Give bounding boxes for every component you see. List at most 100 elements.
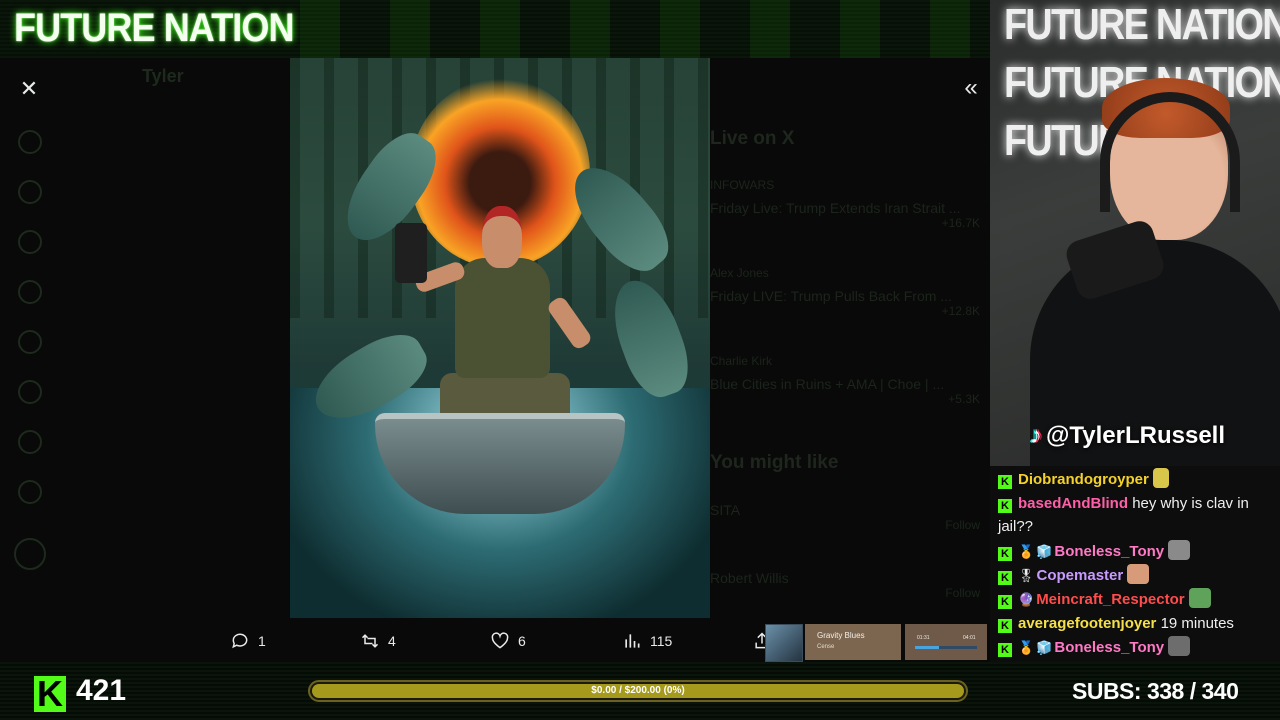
live-row: Charlie Kirk Blue Cities in Ruins + AMA … [710,354,980,442]
chat-username[interactable]: averagefootenjoyer [1018,615,1156,632]
chat-message: K 🏅 🧊 Boneless_Tony [998,540,1274,563]
image-soldier [455,258,550,378]
reply-count: 1 [258,633,266,649]
emote-icon [1168,540,1191,560]
now-playing-widget: Gravity Blues Cense 01:31 04:01 [765,624,987,662]
like-count: 6 [518,633,526,649]
chat-username[interactable]: Copemaster [1037,567,1124,584]
views-icon [625,634,640,648]
live-title: Blue Cities in Ruins + AMA | Choe | ... [710,376,945,392]
live-on-x-title: Live on X [710,128,795,149]
emote-icon [1188,588,1211,608]
chat-username[interactable]: Boneless_Tony [1054,543,1164,560]
chat-username[interactable]: Meincraft_Respector [1036,591,1184,608]
sub-badge-icon: 🏅 [1018,544,1035,559]
kick-badge-icon: K [998,619,1012,633]
donation-goal-bar: $0.00 / $200.00 (0%) [308,680,968,702]
subs-value: 338 / 340 [1146,678,1239,704]
track-title: Gravity Blues [817,631,865,640]
double-chevron-icon: « [964,74,978,101]
subs-label: SUBS: [1072,678,1142,704]
suggestion-name: Robert Willis [710,570,789,586]
track-artist: Cense [817,644,835,650]
you-might-like-title: You might like [710,452,839,473]
time-elapsed: 01:31 [917,635,930,641]
lists-icon [18,380,42,404]
brand-title: FUTURE NATION [14,6,295,50]
emote-icon [1152,468,1169,488]
social-handle: ♪ @TylerLRussell [1030,422,1225,450]
kick-badge-icon: K [998,475,1012,489]
track-progress-bar [915,646,977,649]
follow-button: Follow [945,586,980,600]
compose-icon [14,538,46,570]
reply-icon [232,633,248,649]
chat-username[interactable]: Boneless_Tony [1054,639,1164,656]
tiktok-icon: ♪ [1030,422,1042,449]
chat-message: K 🎖 Copemaster [998,564,1274,587]
live-count: +5.3K [948,392,980,406]
views-button[interactable]: 115 [622,628,672,654]
post-image[interactable] [290,58,710,618]
chat-message: K 🏅 🧊 Boneless_Tony [998,636,1274,659]
follow-button: Follow [945,518,980,532]
chat-message: Kaveragefootenjoyer 19 minutes [998,612,1274,635]
like-button[interactable]: 6 [490,628,526,654]
track-progress-panel: 01:31 04:01 [905,624,987,660]
image-gun [395,223,427,283]
chat-message: K Diobrandogroyper [998,468,1274,491]
live-count: +12.8K [941,304,980,318]
emote-icon [1127,564,1150,584]
album-art [765,624,803,662]
live-row: Alex Jones Friday LIVE: Trump Pulls Back… [710,266,980,354]
home-icon [18,130,42,154]
gift-badge-icon: 🧊 [1036,544,1053,559]
kick-badge-icon: K [998,571,1012,585]
live-author: INFOWARS [710,178,775,192]
grok-icon [18,330,42,354]
more-icon [18,480,42,504]
live-title: Friday Live: Trump Extends Iran Strait .… [710,200,961,216]
profile-icon [18,430,42,454]
suggestion-row: SITA Follow [710,502,980,562]
heart-icon [491,632,509,649]
sub-goal: SUBS: 338 / 340 [1072,678,1239,705]
collapse-replies-button[interactable]: « [958,76,984,102]
live-row: INFOWARS Friday Live: Trump Extends Iran… [710,178,980,266]
chat-username[interactable]: basedAndBlind [1018,495,1128,512]
close-icon: ✕ [19,76,39,101]
chat-username[interactable]: Diobrandogroyper [1018,471,1149,488]
kick-badge-icon: K [998,547,1012,561]
emote-icon [1168,636,1191,656]
live-author: Charlie Kirk [710,354,773,368]
chat-message: KbasedAndBlind hey why is clav in jail?? [998,492,1274,538]
handle-text: @TylerLRussell [1046,422,1226,449]
notifications-icon [18,230,42,254]
sub-badge-icon: 🏅 [1018,640,1035,655]
live-author: Alex Jones [710,266,769,280]
webcam-feed: FUTURE NATION FUTURE NATION FUTURE ♪ @Ty… [990,0,1280,466]
reply-button[interactable]: 1 [230,628,266,654]
dimmed-right-column: Live on X INFOWARS Friday Live: Trump Ex… [710,128,980,630]
cam-overlay-text: FUTURE NATION [1004,0,1280,49]
sub-badge-icon: 🔮 [1018,592,1035,607]
live-title: Friday LIVE: Trump Pulls Back From ... [710,288,952,304]
kick-logo-icon: K [34,676,66,712]
viewer-count: 421 [76,674,127,707]
time-total: 04:01 [963,635,976,641]
kick-badge-icon: K [998,499,1012,513]
gift-badge-icon: 🧊 [1036,640,1053,655]
repost-button[interactable]: 4 [360,628,396,654]
messages-icon [18,280,42,304]
top-banner: FUTURE NATION [0,0,990,58]
x-media-viewer: Tyler Live on X INFOWARS Friday Live: Tr… [0,58,990,662]
image-soldier-head [482,206,522,268]
track-progress-fill [915,646,939,649]
donation-goal-text: $0.00 / $200.00 (0%) [591,685,685,696]
views-count: 115 [650,633,673,649]
repost-icon [361,634,379,648]
close-viewer-button[interactable]: ✕ [16,76,42,102]
repost-count: 4 [388,633,396,649]
track-info: Gravity Blues Cense [805,624,901,660]
suggestion-name: SITA [710,502,741,518]
